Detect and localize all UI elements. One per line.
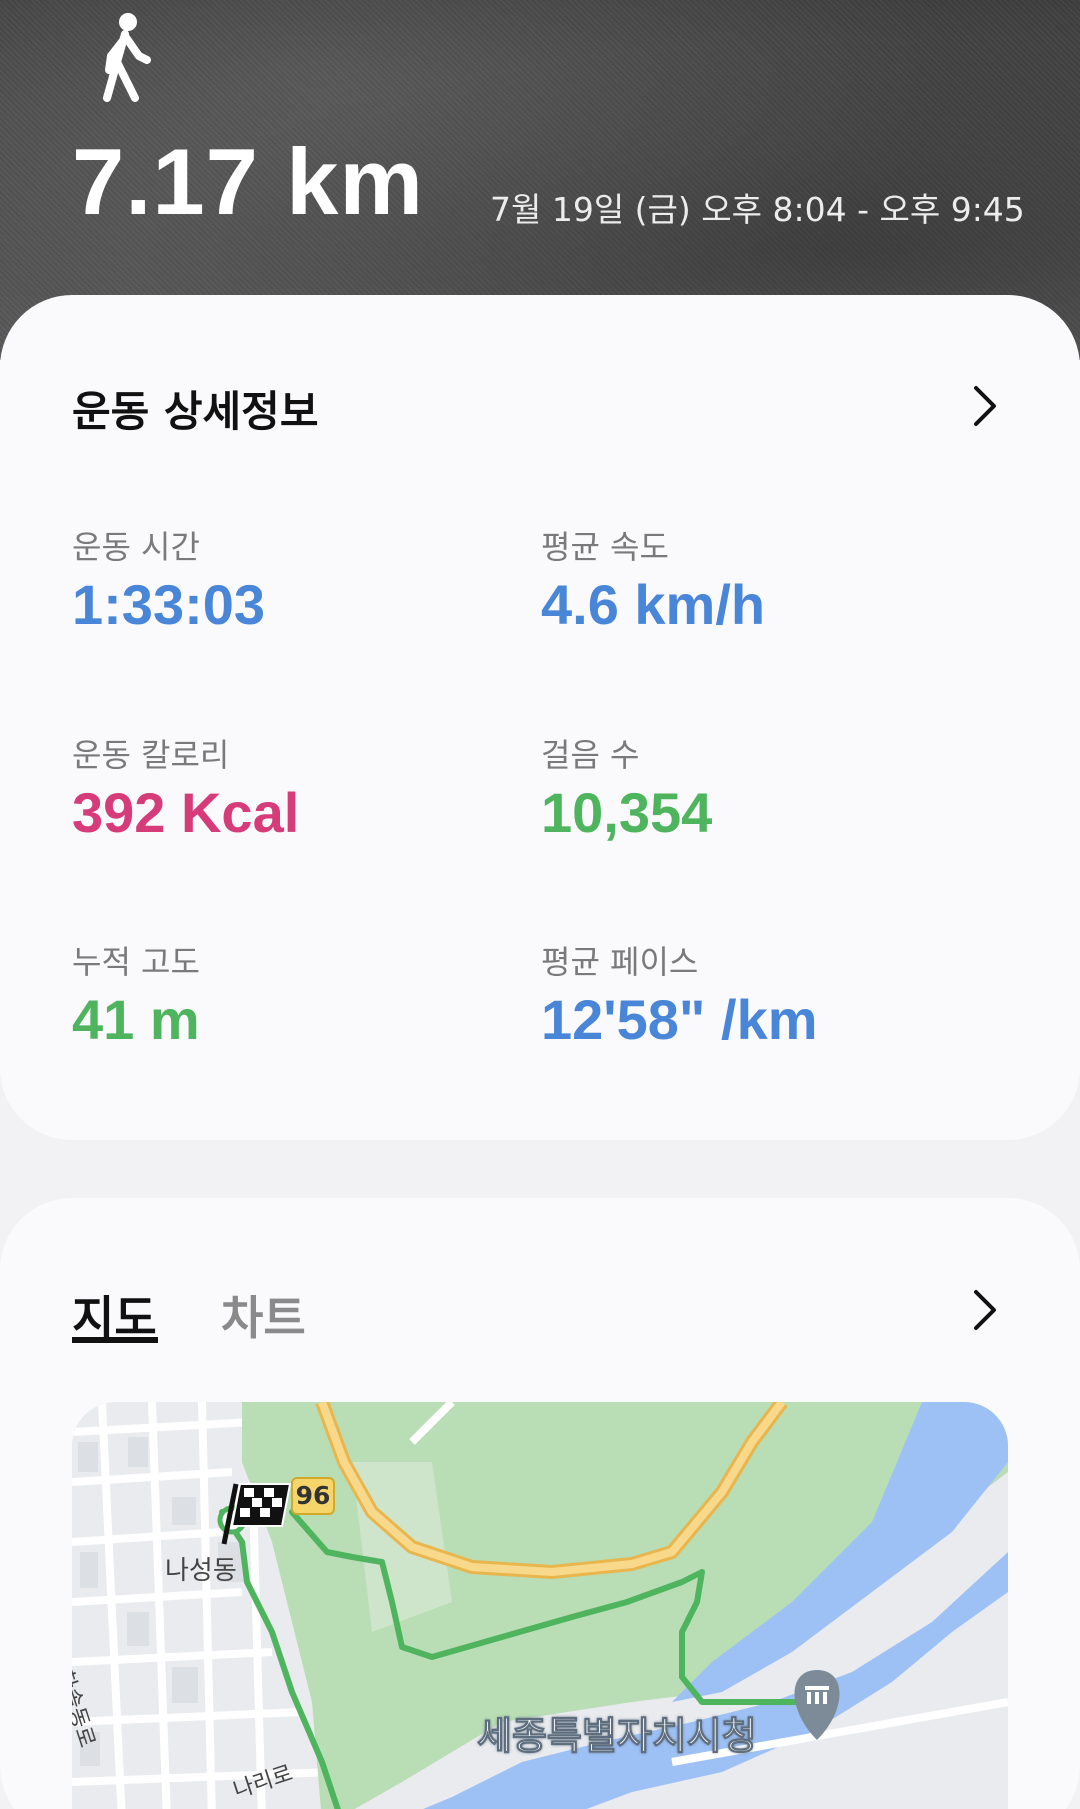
metric-label-avg-pace: 평균 페이스 [541,943,699,981]
metric-value-steps: 10,354 [541,781,713,844]
metric-label-duration: 운동 시간 [72,528,200,566]
metric-label-avg-speed: 평균 속도 [541,528,669,566]
active-tab-indicator [72,1337,158,1343]
chevron-right-icon[interactable] [970,384,1000,428]
metric-value-avg-speed: 4.6 km/h [541,573,766,636]
map-label-city-hall: 세종특별자치시청 [477,1714,758,1759]
chevron-right-icon[interactable] [970,1288,1000,1332]
road-number-badge: 96 [291,1477,335,1515]
metric-value-duration: 1:33:03 [72,573,266,636]
total-distance: 7.17 km [72,129,424,234]
metric-value-calories: 392 Kcal [72,781,300,844]
metric-value-elevation: 41 m [72,988,200,1051]
details-title[interactable]: 운동 상세정보 [72,378,318,439]
metric-label-calories: 운동 칼로리 [72,736,230,774]
metric-value-avg-pace: 12'58" /km [541,988,818,1051]
map-label-district: 나성동 [165,1556,237,1586]
walk-icon [103,13,151,102]
metric-label-steps: 걸음 수 [541,736,640,774]
tab-chart[interactable]: 차트 [221,1282,306,1348]
workout-datetime: 7월 19일 (금) 오후 8:04 - 오후 9:45 [490,190,1025,229]
metric-label-elevation: 누적 고도 [72,943,200,981]
